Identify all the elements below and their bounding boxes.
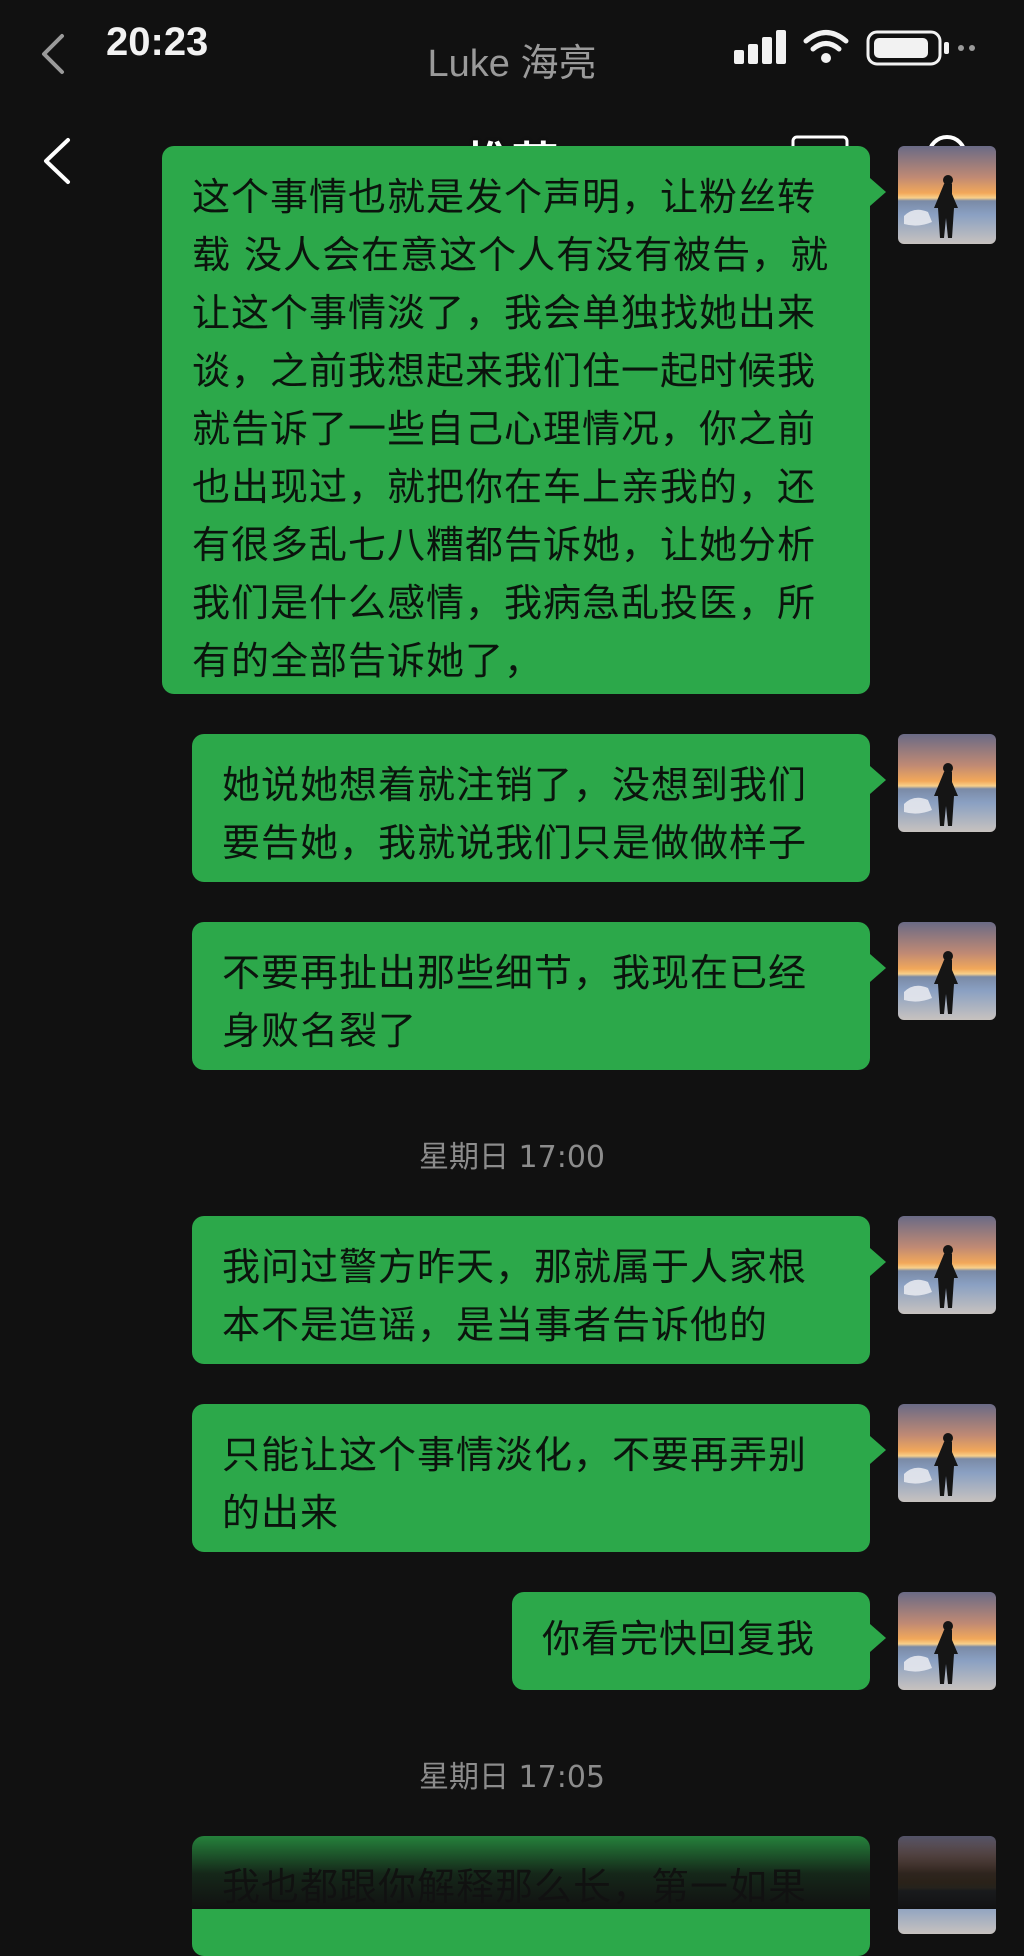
avatar-silhouette-icon <box>904 1433 958 1496</box>
avatar[interactable] <box>898 1216 996 1314</box>
signal-icon <box>734 30 786 64</box>
message-bubble[interactable]: 我问过警方昨天，那就属于人家根本不是造谣，是当事者告诉他的 <box>192 1216 886 1364</box>
avatar-silhouette-icon <box>904 763 958 826</box>
message-bubble[interactable]: 她说她想着就注销了，没想到我们要告她，我就说我们只是做做样子 <box>192 734 886 882</box>
avatar[interactable] <box>898 1404 996 1502</box>
avatar-silhouette-icon <box>904 1245 958 1308</box>
avatar[interactable] <box>898 922 996 1020</box>
avatar[interactable] <box>898 146 996 244</box>
avatar[interactable] <box>898 1592 996 1690</box>
bottom-fade <box>0 1820 1024 1909</box>
avatar[interactable] <box>898 734 996 832</box>
wifi-icon <box>803 30 849 63</box>
message-bubble[interactable]: 不要再扯出那些细节，我现在已经身败名裂了 <box>192 922 886 1070</box>
message-bubble[interactable]: 只能让这个事情淡化，不要再弄别的出来 <box>192 1404 886 1552</box>
status-icons <box>734 30 975 66</box>
message-timestamp: 星期日 17:00 <box>419 1140 605 1175</box>
avatar-silhouette-icon <box>904 951 958 1014</box>
avatar-silhouette-icon <box>904 175 958 238</box>
message-bubble[interactable]: 这个事情也就是发个声明，让粉丝转载 没人会在意这个人有没有被告，就让这个事情淡了… <box>162 146 886 694</box>
battery-icon <box>866 30 975 66</box>
message-timestamp: 星期日 17:05 <box>419 1760 605 1795</box>
message-bubble[interactable]: 你看完快回复我 <box>512 1592 886 1690</box>
avatar-silhouette-icon <box>904 1621 958 1684</box>
status-bar: 20:23 Luke 海亮 <box>0 0 1024 100</box>
